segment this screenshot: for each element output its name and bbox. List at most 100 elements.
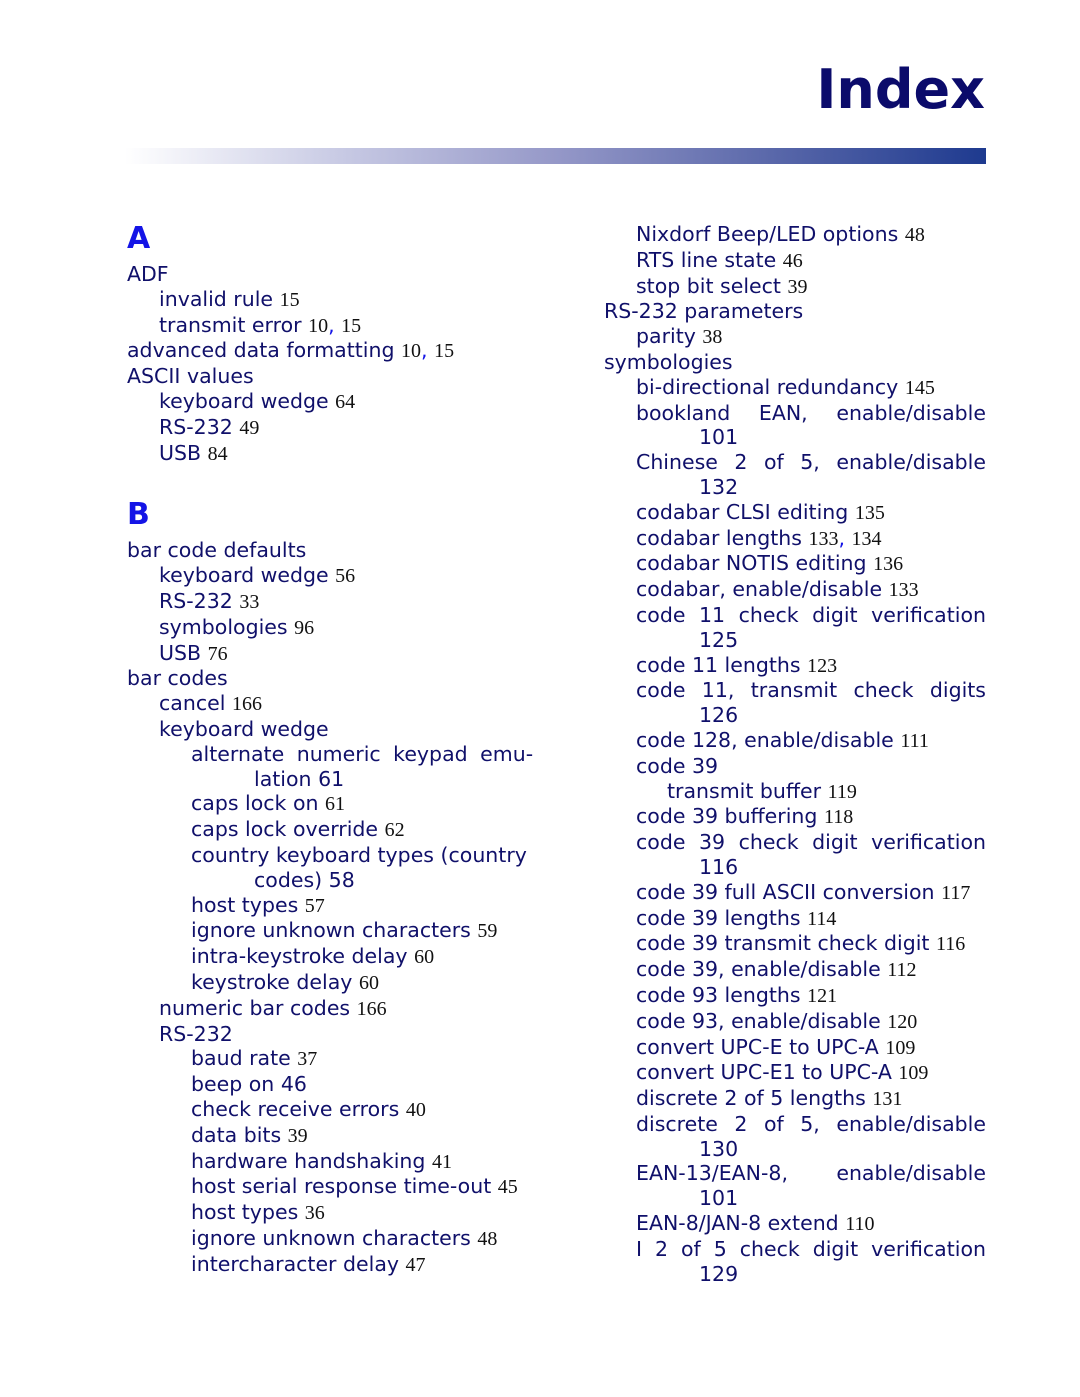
index-subentry[interactable]: code 11 check digit verification (604, 603, 986, 628)
index-subentry[interactable]: Nixdorf Beep/LED options 48 (604, 222, 986, 248)
index-subentry[interactable]: USB 76 (127, 641, 557, 667)
index-subsubentry[interactable]: transmit buffer 119 (604, 779, 986, 805)
index-subsubentry[interactable]: alternate numeric keypad emu- (127, 742, 557, 767)
index-subsubentry[interactable]: host types 57 (127, 893, 557, 919)
page-ref[interactable]: 48 (905, 224, 925, 246)
index-subentry[interactable]: codabar CLSI editing 135 (604, 500, 986, 526)
page-ref[interactable]: 47 (406, 1254, 426, 1276)
page-ref[interactable]: 36 (305, 1202, 325, 1224)
index-subsubentry[interactable]: host types 36 (127, 1200, 557, 1226)
page-ref[interactable]: 48 (477, 1228, 497, 1250)
page-ref[interactable]: 101 (699, 425, 738, 449)
index-subentry[interactable]: stop bit select 39 (604, 274, 986, 300)
page-ref[interactable]: 46 (783, 250, 803, 272)
index-subentry[interactable]: RS-232 49 (127, 415, 557, 441)
index-subentry[interactable]: RS-232 33 (127, 589, 557, 615)
index-subentry[interactable]: code 39 buffering 118 (604, 804, 986, 830)
page-ref[interactable]: 40 (406, 1099, 426, 1121)
index-subentry[interactable]: parity 38 (604, 324, 986, 350)
page-ref[interactable]: 61 (325, 793, 345, 815)
page-ref[interactable]: 38 (702, 326, 722, 348)
index-subsubentry[interactable]: host serial response time-out 45 (127, 1174, 557, 1200)
index-subentry[interactable]: EAN-13/EAN-8, enable/disable (604, 1161, 986, 1186)
index-subentry[interactable]: convert UPC-E to UPC-A 109 (604, 1035, 986, 1061)
page-ref[interactable]: 39 (288, 1125, 308, 1147)
page-ref[interactable]: 133 (889, 579, 919, 601)
index-subsubentry[interactable]: caps lock override 62 (127, 817, 557, 843)
page-ref[interactable]: 15 (280, 289, 300, 311)
index-subentry[interactable]: code 39 (604, 754, 986, 779)
page-ref[interactable]: 136 (873, 553, 903, 575)
page-ref[interactable]: 114 (807, 908, 836, 930)
page-ref[interactable]: 45 (498, 1176, 518, 1198)
page-ref[interactable]: 61 (318, 767, 344, 791)
index-subentry[interactable]: invalid rule 15 (127, 287, 557, 313)
index-entry[interactable]: advanced data formatting 10, 15 (127, 338, 557, 364)
page-ref[interactable]: 133 (808, 528, 838, 550)
index-subentry[interactable]: codabar NOTIS editing 136 (604, 551, 986, 577)
page-ref[interactable]: 15 (434, 340, 454, 362)
index-subsubentry[interactable]: keystroke delay 60 (127, 970, 557, 996)
page-ref[interactable]: 121 (807, 985, 837, 1007)
index-subentry[interactable]: convert UPC-E1 to UPC-A 109 (604, 1060, 986, 1086)
index-subentry[interactable]: Chinese 2 of 5, enable/disable (604, 450, 986, 475)
index-subentry[interactable]: bookland EAN, enable/disable (604, 401, 986, 426)
index-subentry[interactable]: code 128, enable/disable 111 (604, 728, 986, 754)
page-ref[interactable]: 129 (699, 1262, 738, 1286)
page-ref[interactable]: 39 (788, 276, 808, 298)
page-ref[interactable]: 37 (297, 1048, 317, 1070)
index-entry[interactable]: RS-232 parameters (604, 299, 986, 324)
page-ref[interactable]: 33 (239, 591, 259, 613)
page-ref[interactable]: 117 (941, 882, 970, 904)
page-ref[interactable]: 166 (357, 998, 387, 1020)
index-subentry[interactable]: I 2 of 5 check digit verification (604, 1237, 986, 1262)
page-ref[interactable]: 49 (239, 417, 259, 439)
page-ref[interactable]: 58 (329, 868, 355, 892)
page-ref[interactable]: 134 (852, 528, 882, 550)
index-subsubentry[interactable]: intercharacter delay 47 (127, 1252, 557, 1278)
index-subentry[interactable]: codabar lengths 133, 134 (604, 526, 986, 552)
index-subentry[interactable]: RS-232 (127, 1022, 557, 1047)
page-ref[interactable]: 116 (936, 933, 965, 955)
index-subentry[interactable]: bi-directional redundancy 145 (604, 375, 986, 401)
index-entry[interactable]: bar code defaults (127, 538, 557, 563)
page-ref[interactable]: 41 (432, 1151, 452, 1173)
index-subsubentry[interactable]: country keyboard types (country (127, 843, 557, 868)
page-ref[interactable]: 119 (828, 781, 857, 803)
page-ref[interactable]: 126 (699, 703, 738, 727)
index-subentry[interactable]: keyboard wedge (127, 717, 557, 742)
page-ref[interactable]: 15 (341, 315, 361, 337)
index-entry[interactable]: ASCII values (127, 364, 557, 389)
index-subsubentry[interactable]: data bits 39 (127, 1123, 557, 1149)
index-subentry[interactable]: discrete 2 of 5 lengths 131 (604, 1086, 986, 1112)
page-ref[interactable]: 10 (308, 315, 328, 337)
index-subsubentry[interactable]: beep on 46 (127, 1072, 557, 1097)
page-ref[interactable]: 130 (699, 1137, 738, 1161)
page-ref[interactable]: 123 (807, 655, 837, 677)
index-subsubentry[interactable]: caps lock on 61 (127, 791, 557, 817)
index-subentry[interactable]: code 39 transmit check digit 116 (604, 931, 986, 957)
index-subentry[interactable]: cancel 166 (127, 691, 557, 717)
page-ref[interactable]: 76 (208, 643, 228, 665)
page-ref[interactable]: 112 (887, 959, 916, 981)
page-ref[interactable]: 120 (887, 1011, 917, 1033)
page-ref[interactable]: 109 (885, 1037, 915, 1059)
page-ref[interactable]: 131 (872, 1088, 902, 1110)
page-ref[interactable]: 10 (401, 340, 421, 362)
index-subentry[interactable]: code 93, enable/disable 120 (604, 1009, 986, 1035)
index-subentry[interactable]: code 39, enable/disable 112 (604, 957, 986, 983)
page-ref[interactable]: 62 (385, 819, 405, 841)
index-subentry[interactable]: keyboard wedge 64 (127, 389, 557, 415)
page-ref[interactable]: 118 (824, 806, 853, 828)
index-entry[interactable]: ADF (127, 262, 557, 287)
index-subentry[interactable]: code 11 lengths 123 (604, 653, 986, 679)
page-ref[interactable]: 125 (699, 628, 738, 652)
page-ref[interactable]: 101 (699, 1186, 738, 1210)
index-entry[interactable]: bar codes (127, 666, 557, 691)
page-ref[interactable]: 60 (359, 972, 379, 994)
page-ref[interactable]: 116 (699, 855, 738, 879)
index-subentry[interactable]: code 39 check digit verification (604, 830, 986, 855)
page-ref[interactable]: 109 (898, 1062, 928, 1084)
index-subentry[interactable]: USB 84 (127, 441, 557, 467)
page-ref[interactable]: 111 (900, 730, 929, 752)
